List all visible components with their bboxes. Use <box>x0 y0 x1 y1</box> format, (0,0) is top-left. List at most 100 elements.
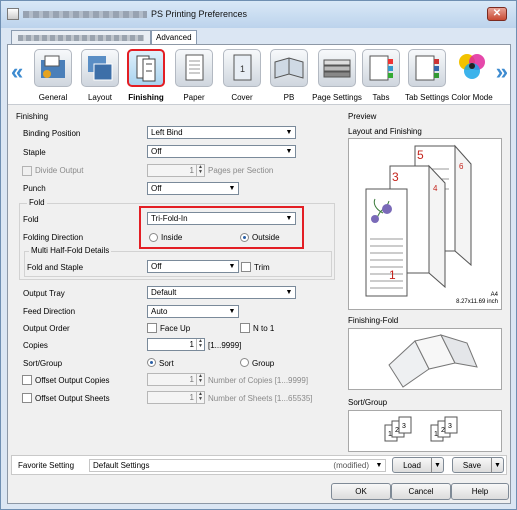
offset-copies-spinner[interactable]: 1 ▲ ▼ <box>147 373 205 386</box>
printing-preferences-window: PS Printing Preferences ✕ Advanced « Gen… <box>0 0 517 510</box>
copies-label: Copies <box>23 341 48 350</box>
page-number-4: 4 <box>433 184 438 193</box>
favorite-setting-value: Default Settings <box>93 461 150 470</box>
favorite-setting-label: Favorite Setting <box>18 461 75 470</box>
offset-sheets-spinner[interactable]: 1 ▲ ▼ <box>147 391 205 404</box>
tab-device-settings[interactable] <box>11 30 151 45</box>
spinner-arrows-icon: ▲ ▼ <box>196 339 204 350</box>
page-number-5: 5 <box>417 148 424 162</box>
multi-half-fold-title: Multi Half-Fold Details <box>29 246 112 255</box>
redacted-tab-label <box>18 35 144 41</box>
n-to-1-checkbox[interactable] <box>240 323 250 333</box>
chevron-down-icon: ▼ <box>375 462 383 469</box>
offset-output-sheets-checkbox[interactable] <box>22 393 32 403</box>
group-radio[interactable] <box>240 358 249 367</box>
svg-text:1: 1 <box>434 431 438 438</box>
copies-value: 1 <box>189 340 194 349</box>
page-number-6: 6 <box>459 162 464 171</box>
fold-label: Fold <box>23 215 39 224</box>
folded-pages-preview: 5 6 3 4 1 <box>365 144 472 297</box>
scroll-right-icon[interactable]: » <box>496 59 508 85</box>
redacted-printer-name <box>23 11 147 18</box>
help-label: Help <box>471 487 489 496</box>
staple-select[interactable]: Off ▼ <box>147 145 296 158</box>
category-toolbar: « General Layout Finishing Paper 1 Cover… <box>8 45 510 105</box>
sort-group-preview-label: Sort/Group <box>348 398 388 407</box>
copies-range-label: [1...9999] <box>208 341 242 350</box>
offset-output-copies-label: Offset Output Copies <box>35 376 110 385</box>
chevron-down-icon[interactable]: ▼ <box>431 458 443 473</box>
layout-preview-box: 5 6 3 4 1 A4 8.27x11.69 inch <box>348 138 502 310</box>
page-number-3: 3 <box>392 170 399 184</box>
spinner-arrows-icon: ▲ ▼ <box>196 374 204 385</box>
close-button[interactable]: ✕ <box>487 7 507 21</box>
feed-direction-value: Auto <box>151 307 168 316</box>
finishing-icon <box>127 49 165 87</box>
layout-finishing-label: Layout and Finishing <box>348 127 422 136</box>
favorite-setting-select[interactable]: Default Settings (modified) ▼ <box>89 459 386 472</box>
staple-value: Off <box>151 147 162 156</box>
spinner-arrows-icon: ▲ ▼ <box>196 392 204 403</box>
printer-app-icon <box>7 8 19 20</box>
ok-button[interactable]: OK <box>331 483 391 500</box>
punch-select[interactable]: Off ▼ <box>147 182 239 195</box>
svg-text:2: 2 <box>441 427 445 434</box>
chevron-down-icon: ▼ <box>285 129 293 136</box>
paper-dims-label: 8.27x11.69 inch <box>456 299 498 305</box>
divide-output-checkbox[interactable] <box>22 166 32 176</box>
divide-output-value: 1 <box>189 166 194 175</box>
offset-sheets-value: 1 <box>189 393 194 402</box>
page-number-1: 1 <box>389 268 396 282</box>
scroll-left-icon[interactable]: « <box>11 59 23 85</box>
offset-copies-value: 1 <box>189 375 194 384</box>
binding-position-select[interactable]: Left Bind ▼ <box>147 126 296 139</box>
feed-direction-select[interactable]: Auto ▼ <box>147 305 239 318</box>
copies-spinner[interactable]: 1 ▲ ▼ <box>147 338 205 351</box>
svg-text:1: 1 <box>388 431 392 438</box>
category-color-mode[interactable]: Color Mode <box>448 49 496 105</box>
output-tray-select[interactable]: Default ▼ <box>147 286 296 299</box>
n-to-1-label: N to 1 <box>253 324 275 333</box>
feed-direction-label: Feed Direction <box>23 307 76 316</box>
trim-checkbox[interactable] <box>241 262 251 272</box>
title-bar: PS Printing Preferences ✕ <box>1 1 516 28</box>
output-tray-value: Default <box>151 288 177 297</box>
output-order-label: Output Order <box>23 324 70 333</box>
preview-pane: Preview Layout and Finishing 5 6 3 4 1 A… <box>346 110 508 453</box>
divide-output-spinner[interactable]: 1 ▲ ▼ <box>147 164 205 177</box>
category-finishing[interactable]: Finishing <box>122 49 170 105</box>
help-button[interactable]: Help <box>451 483 509 500</box>
tab-advanced[interactable]: Advanced <box>151 30 197 45</box>
face-up-label: Face Up <box>160 324 191 333</box>
favorite-setting-bar: Favorite Setting Default Settings (modif… <box>11 455 507 475</box>
fold-and-staple-value: Off <box>151 262 162 271</box>
modified-label: (modified) <box>333 461 369 470</box>
load-button[interactable]: Load ▼ <box>392 457 444 473</box>
cancel-button[interactable]: Cancel <box>391 483 451 500</box>
fold-and-staple-select[interactable]: Off ▼ <box>147 260 239 273</box>
trim-label: Trim <box>254 263 270 272</box>
binding-position-label: Binding Position <box>23 129 81 138</box>
staple-label: Staple <box>23 148 46 157</box>
save-button[interactable]: Save ▼ <box>452 457 504 473</box>
general-icon <box>34 49 72 87</box>
binding-position-value: Left Bind <box>151 128 183 137</box>
face-up-checkbox[interactable] <box>147 323 157 333</box>
cancel-label: Cancel <box>408 487 434 496</box>
punch-label: Punch <box>23 184 46 193</box>
category-color-mode-label: Color Mode <box>451 93 493 102</box>
tab-settings-icon <box>408 49 446 87</box>
category-pb[interactable]: PB <box>265 49 313 105</box>
category-paper[interactable]: Paper <box>170 49 218 105</box>
sort-group-label: Sort/Group <box>23 359 63 368</box>
sorted-sets-icon: 1 2 3 1 2 3 <box>384 416 458 442</box>
fold-highlight-box <box>139 206 304 249</box>
offset-output-copies-checkbox[interactable] <box>22 375 32 385</box>
fold-group-title: Fold <box>27 198 47 207</box>
chevron-down-icon[interactable]: ▼ <box>491 458 503 473</box>
paper-icon <box>175 49 213 87</box>
sort-radio[interactable] <box>147 358 156 367</box>
svg-text:3: 3 <box>402 423 406 430</box>
close-icon: ✕ <box>492 8 502 19</box>
layout-icon <box>81 49 119 87</box>
